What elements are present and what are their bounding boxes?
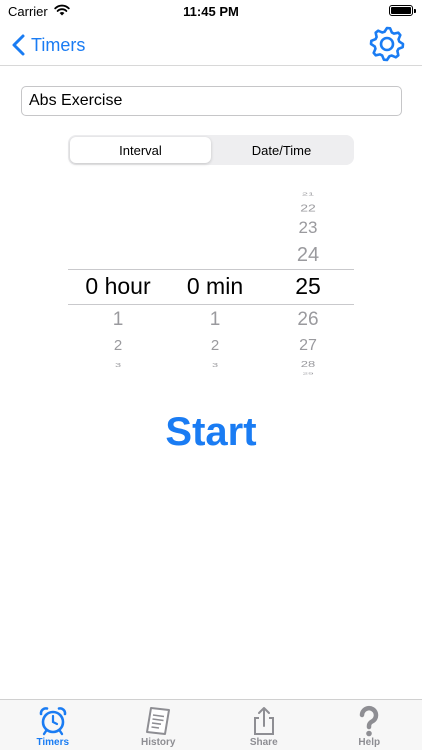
- chevron-left-icon: [12, 34, 25, 56]
- second-option: 21: [301, 191, 315, 197]
- second-wheel[interactable]: 21 22 23 24 25 26 27 28 29: [262, 186, 354, 380]
- tab-share[interactable]: Share: [211, 700, 317, 750]
- minute-option: 1: [209, 309, 221, 330]
- back-button-label: Timers: [31, 34, 86, 55]
- alarm-clock-icon: [39, 707, 67, 736]
- gear-icon[interactable]: [369, 26, 405, 62]
- minute-option: 3: [211, 362, 219, 369]
- share-icon: [253, 707, 274, 735]
- tab-label: Help: [358, 737, 381, 748]
- tab-bar: Timers History Share Help: [0, 699, 422, 750]
- second-option: 28: [300, 360, 316, 369]
- status-bar: Carrier 11:45 PM: [0, 0, 422, 24]
- tab-label: History: [141, 737, 176, 748]
- second-selected: 25: [295, 273, 321, 299]
- timer-name-input[interactable]: [21, 86, 402, 116]
- tab-timers[interactable]: Timers: [0, 700, 106, 750]
- hour-selected: 0 hour: [85, 273, 151, 299]
- receipt-icon: [146, 707, 171, 735]
- battery-icon: [389, 5, 416, 16]
- tab-history[interactable]: History: [106, 700, 212, 750]
- duration-picker: 0 hour 1 2 3 0 min 1 2 3 21 22 23 24 25 …: [68, 186, 354, 380]
- start-button[interactable]: Start: [0, 410, 422, 455]
- hour-option: 2: [113, 337, 123, 354]
- question-mark-icon: [360, 705, 379, 737]
- hour-wheel[interactable]: 0 hour 1 2 3: [68, 186, 168, 380]
- status-time: 11:45 PM: [183, 4, 239, 19]
- tab-help[interactable]: Help: [317, 700, 422, 750]
- minute-selected: 0 min: [186, 273, 244, 299]
- second-option: 22: [300, 202, 316, 214]
- navigation-bar: Timers: [0, 24, 422, 66]
- minute-option: 2: [210, 337, 220, 354]
- tab-label: Timers: [36, 737, 70, 748]
- tab-label: Share: [249, 737, 278, 748]
- second-option: 26: [297, 309, 319, 330]
- second-option: 29: [302, 372, 314, 376]
- hour-option: 1: [112, 309, 124, 330]
- segment-interval[interactable]: Interval: [70, 137, 211, 163]
- minute-wheel[interactable]: 0 min 1 2 3: [168, 186, 262, 380]
- second-option: 27: [299, 337, 317, 354]
- second-option: 23: [298, 218, 318, 237]
- hour-option: 3: [114, 362, 122, 369]
- segment-date-time[interactable]: Date/Time: [211, 137, 352, 163]
- second-option: 24: [296, 244, 320, 266]
- mode-segmented-control: Interval Date/Time: [68, 135, 354, 165]
- back-button[interactable]: Timers: [10, 30, 85, 60]
